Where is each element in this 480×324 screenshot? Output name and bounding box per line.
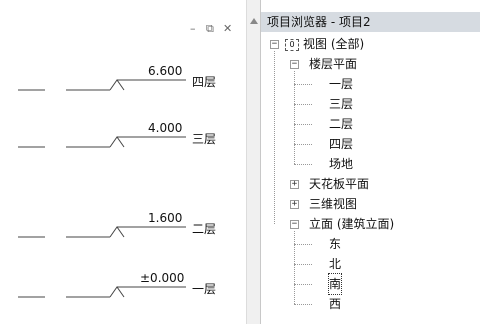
level-triangle-icon — [109, 286, 125, 298]
tree-item-floor-plans[interactable]: 楼层平面 — [309, 54, 357, 74]
tree-item-elevation[interactable]: 东 — [329, 234, 341, 254]
tree-connector — [294, 104, 312, 105]
tree-item-floor-plan[interactable]: 四层 — [329, 134, 353, 154]
level-marker[interactable]: 6.600 四层 — [18, 64, 216, 91]
elevation-view-canvas[interactable]: – ⧉ ✕ 6.600 四层 4.000 三层 1.600 二层 ±0.000 … — [0, 0, 246, 324]
tree-item-all-views[interactable]: 0 视图 (全部) — [285, 34, 364, 54]
level-triangle-icon — [109, 79, 125, 91]
tree-item-elevation[interactable]: 西 — [329, 294, 341, 314]
tree-item-floor-plan[interactable]: 场地 — [329, 154, 353, 174]
tree-item-floor-plan[interactable]: 二层 — [329, 114, 353, 134]
level-name: 二层 — [192, 222, 216, 236]
tree-connector — [294, 164, 312, 165]
tree-item-floor-plan[interactable]: 一层 — [329, 74, 353, 94]
level-elevation: 1.600 — [148, 211, 182, 225]
project-browser-panel: 项目浏览器 - 项目2 − 0 视图 (全部) − 楼层平面 一层 三层 二层 四… — [260, 0, 480, 324]
tree-connector — [294, 144, 312, 145]
level-elevation: ±0.000 — [140, 271, 184, 285]
collapse-icon[interactable]: − — [290, 220, 299, 229]
level-triangle-icon — [109, 136, 125, 148]
level-markers: 6.600 四层 4.000 三层 1.600 二层 ±0.000 一层 — [18, 64, 216, 298]
collapse-icon[interactable]: − — [290, 60, 299, 69]
tree-item-3d-views[interactable]: 三维视图 — [309, 194, 357, 214]
project-browser-title: 项目浏览器 - 项目2 — [261, 12, 480, 32]
tree-connector — [274, 51, 275, 224]
tree-item-elevation[interactable]: 北 — [329, 254, 341, 274]
level-marker[interactable]: 1.600 二层 — [18, 211, 216, 238]
level-triangle-icon — [109, 226, 125, 238]
expand-icon[interactable]: + — [290, 200, 299, 209]
tree-item-elevation-selected[interactable]: 南 — [327, 273, 343, 295]
tree-connector — [294, 231, 295, 304]
tree-item-floor-plan[interactable]: 三层 — [329, 94, 353, 114]
tree-connector — [294, 264, 312, 265]
view-scrollbar[interactable] — [246, 0, 260, 324]
collapse-icon[interactable]: − — [270, 40, 279, 49]
level-name: 四层 — [192, 75, 216, 89]
tree-connector — [294, 304, 312, 305]
level-marker[interactable]: ±0.000 一层 — [18, 271, 216, 298]
tree-connector — [294, 284, 312, 285]
level-name: 一层 — [192, 282, 216, 296]
level-elevation: 4.000 — [148, 121, 182, 135]
scroll-up-icon[interactable] — [250, 18, 258, 24]
tree-connector — [294, 124, 312, 125]
expand-icon[interactable]: + — [290, 180, 299, 189]
level-elevation: 6.600 — [148, 64, 182, 78]
views-icon: 0 — [285, 38, 299, 51]
level-marker[interactable]: 4.000 三层 — [18, 121, 216, 148]
tree-connector — [294, 244, 312, 245]
tree-item-ceiling-plans[interactable]: 天花板平面 — [309, 174, 369, 194]
tree-item-label: 视图 (全部) — [303, 37, 365, 51]
tree-connector — [294, 84, 312, 85]
tree-item-elevations[interactable]: 立面 (建筑立面) — [309, 214, 394, 234]
level-name: 三层 — [192, 132, 216, 146]
